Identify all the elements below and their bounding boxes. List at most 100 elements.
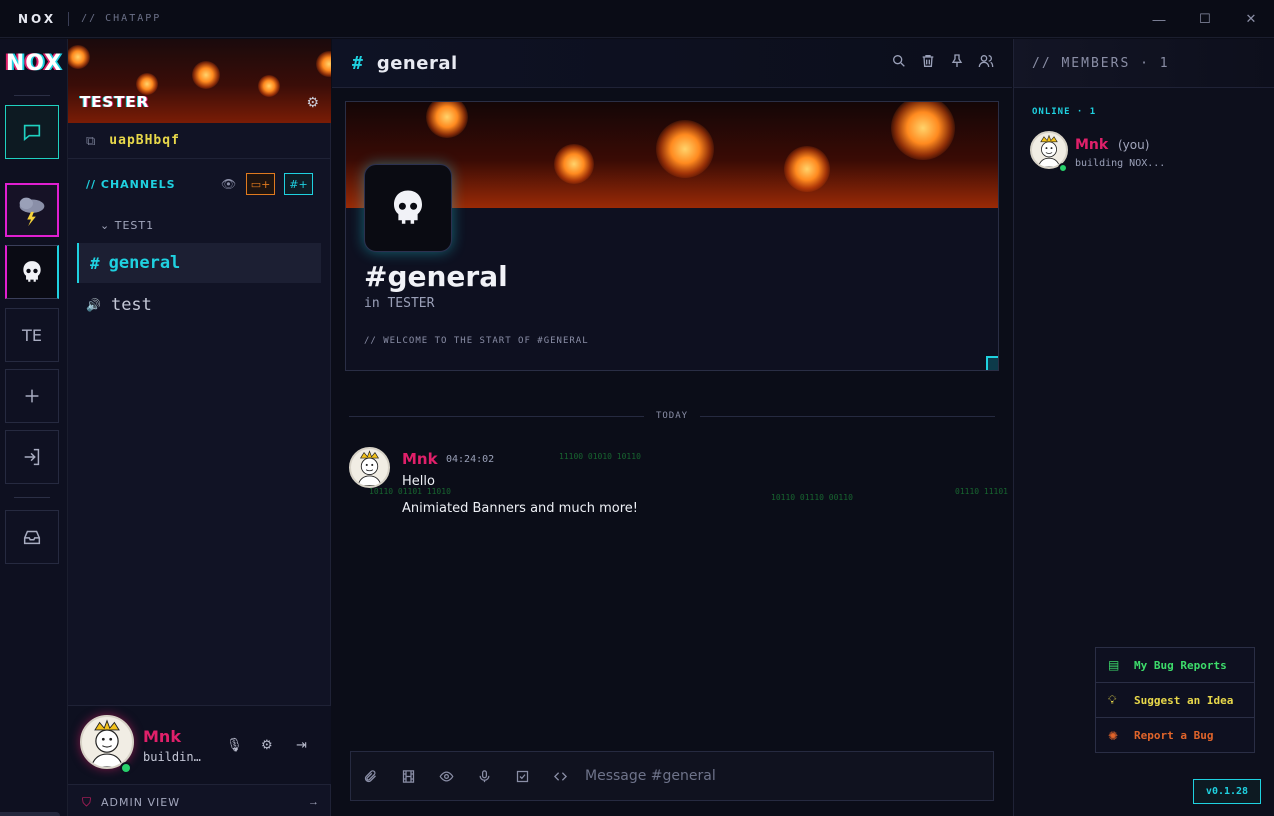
- microphone-button[interactable]: 🎙: [226, 737, 243, 753]
- maximize-icon: ☐: [1199, 11, 1211, 26]
- arrow-right-icon: →: [308, 796, 319, 808]
- binary-effect: 01110 11101: [955, 487, 1008, 496]
- date-divider: TODAY: [349, 409, 995, 423]
- minimize-button[interactable]: —: [1136, 0, 1182, 38]
- server-storm[interactable]: [5, 183, 59, 237]
- hash-plus-icon: #+: [289, 177, 308, 191]
- server-name: TESTER: [80, 93, 150, 111]
- binary-effect: 11100 01010 10110: [559, 452, 641, 461]
- online-status-dot: [120, 762, 132, 774]
- version-badge: v0.1.28: [1193, 779, 1261, 804]
- gif-button[interactable]: [389, 751, 427, 801]
- divider-line: [700, 415, 995, 417]
- copy-icon: ⧉: [86, 132, 96, 148]
- welcome-title: #general: [364, 260, 508, 293]
- admin-view-toggle[interactable]: ⛉ ADMIN VIEW →: [68, 788, 331, 816]
- code-block-button[interactable]: [541, 751, 579, 801]
- app-brand: NOX: [18, 11, 57, 26]
- avatar-image: [1037, 134, 1061, 167]
- online-section-label: ONLINE · 1: [1032, 107, 1097, 117]
- my-bug-reports-button[interactable]: ▤ My Bug Reports: [1096, 648, 1254, 683]
- welcome-subtitle: in TESTER: [364, 296, 435, 311]
- attach-button[interactable]: [351, 751, 389, 801]
- ember: [192, 61, 220, 89]
- ember: [656, 120, 714, 178]
- avatar-image: [90, 719, 124, 767]
- welcome-note: // WELCOME TO THE START OF #GENERAL: [364, 336, 589, 346]
- search-button[interactable]: [889, 51, 909, 71]
- server-te[interactable]: TE: [5, 308, 59, 362]
- user-settings-button[interactable]: ⚙: [261, 737, 273, 753]
- spoiler-button[interactable]: [427, 751, 465, 801]
- maximize-button[interactable]: ☐: [1182, 0, 1228, 38]
- channel-item-test[interactable]: 🔊 test: [77, 285, 321, 325]
- channels-title: // CHANNELS: [86, 177, 176, 191]
- create-channel-button[interactable]: #+: [284, 173, 313, 195]
- server-settings-button[interactable]: ⚙: [306, 94, 319, 111]
- online-status-dot: [1058, 163, 1068, 173]
- gear-icon: ⚙: [306, 94, 319, 110]
- avatar-image: [357, 450, 382, 486]
- poll-button[interactable]: [503, 751, 541, 801]
- voice-message-button[interactable]: [465, 751, 503, 801]
- member-list-button[interactable]: [976, 51, 996, 71]
- server-banner: TESTER ⚙: [68, 39, 331, 123]
- invite-code-row[interactable]: ⧉ uapBHbqf: [68, 123, 331, 159]
- paperclip-icon: [364, 769, 376, 782]
- direct-messages-button[interactable]: [5, 105, 59, 159]
- ember: [258, 75, 280, 97]
- join-server-button[interactable]: [5, 430, 59, 484]
- speaker-icon: 🔊: [86, 298, 101, 312]
- category-test1[interactable]: ⌄ TEST1: [100, 219, 154, 232]
- hash-icon: #: [352, 52, 363, 74]
- invite-code: uapBHbqf: [109, 133, 180, 148]
- member-item[interactable]: Mnk (you) building NOX...: [1030, 129, 1260, 173]
- server-te-label: TE: [22, 325, 42, 345]
- scroll-icon: ▤: [1108, 658, 1120, 672]
- nox-logo: NOX: [5, 51, 63, 76]
- microphone-icon: [479, 769, 489, 782]
- date-divider-label: TODAY: [655, 411, 689, 421]
- create-category-button[interactable]: ▭+: [246, 173, 275, 195]
- ember: [68, 45, 90, 69]
- toggle-visibility-button[interactable]: 👁: [221, 177, 236, 191]
- chat-bubble-icon: [23, 124, 41, 142]
- delete-button[interactable]: [918, 51, 938, 71]
- message-author[interactable]: Mnk: [402, 450, 438, 468]
- channel-item-general[interactable]: # general: [77, 243, 321, 283]
- rail-divider: [14, 95, 50, 96]
- title-bar: NOX // CHATAPP — ☐ ✕: [0, 0, 1274, 38]
- user-avatar[interactable]: [80, 715, 134, 769]
- server-rail: NOX TE: [0, 39, 68, 816]
- suggest-idea-label: Suggest an Idea: [1134, 693, 1234, 707]
- server-tester[interactable]: [5, 245, 59, 299]
- close-button[interactable]: ✕: [1228, 0, 1274, 38]
- message-composer: [350, 751, 994, 801]
- close-icon: ✕: [1245, 11, 1257, 26]
- ember: [316, 51, 331, 77]
- message-text: Animiated Banners and much more!: [402, 501, 638, 516]
- report-bug-button[interactable]: ✺ Report a Bug: [1096, 718, 1254, 753]
- user-status: buildin…: [143, 750, 201, 764]
- inbox-button[interactable]: [5, 510, 59, 564]
- server-icon: [364, 164, 452, 252]
- card-corner-accent: [986, 356, 998, 370]
- channel-name: test: [110, 295, 152, 315]
- ember: [784, 146, 830, 192]
- microphone-icon: 🎙: [226, 737, 243, 752]
- code-icon: [553, 771, 567, 781]
- app-subtitle: // CHATAPP: [81, 13, 162, 24]
- chat-main: # general #general in TESTER // WELCOME …: [332, 39, 1012, 816]
- add-server-button[interactable]: [5, 369, 59, 423]
- chevron-down-icon: ⌄: [100, 219, 111, 232]
- suggest-idea-button[interactable]: 💡︎ Suggest an Idea: [1096, 683, 1254, 718]
- logout-button[interactable]: ⇥: [296, 737, 307, 753]
- message-timestamp: 04:24:02: [446, 454, 495, 465]
- logout-icon: ⇥: [296, 737, 307, 752]
- message-input[interactable]: [585, 761, 993, 791]
- message-avatar[interactable]: [349, 447, 390, 488]
- rail-footer: [0, 812, 60, 816]
- skull-icon: [23, 261, 41, 282]
- pinned-messages-button[interactable]: [947, 51, 967, 71]
- inbox-icon: [23, 530, 41, 545]
